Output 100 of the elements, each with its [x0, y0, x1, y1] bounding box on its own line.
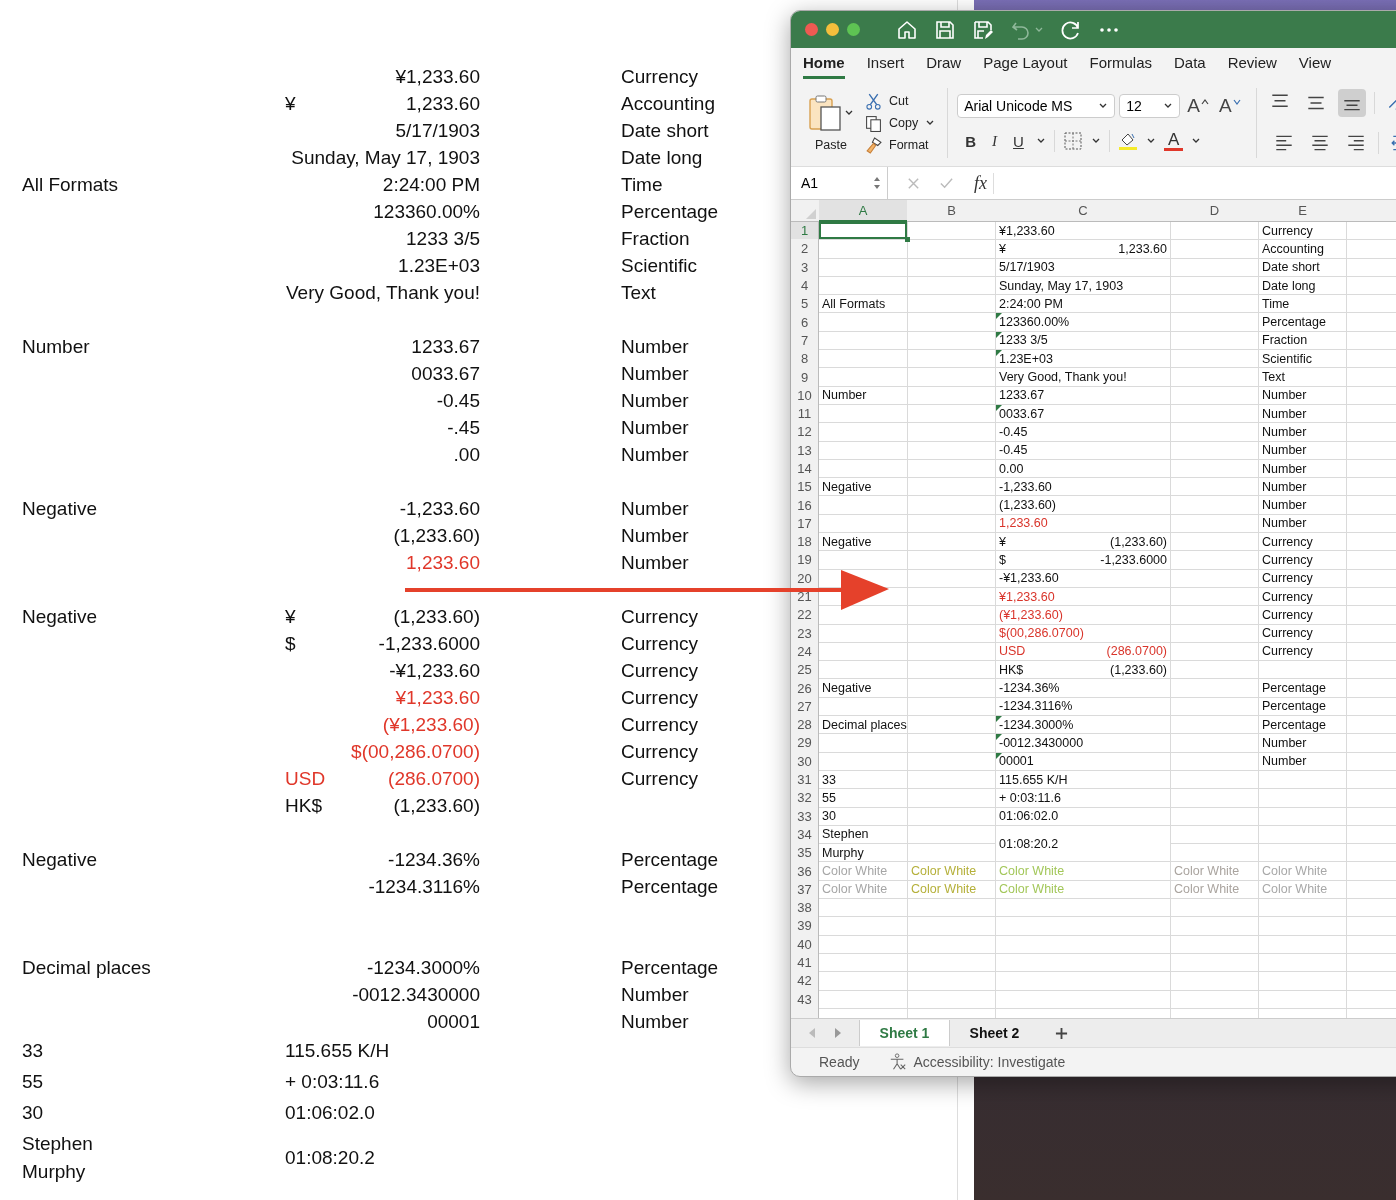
row-number[interactable]: 32 [791, 789, 818, 807]
row-number[interactable]: 15 [791, 478, 818, 496]
row-number[interactable]: 8 [791, 350, 818, 368]
row-number[interactable]: 27 [791, 697, 818, 715]
row-number[interactable]: 20 [791, 569, 818, 587]
row-number[interactable]: 11 [791, 404, 818, 423]
sheet-cell-text: 33 [821, 771, 837, 789]
format-type: Currency [621, 632, 699, 655]
row-number[interactable]: 38 [791, 899, 818, 917]
add-sheet-icon[interactable] [1055, 1026, 1068, 1040]
row-number[interactable]: 22 [791, 606, 818, 624]
italic-button[interactable]: I [988, 132, 1002, 150]
borders-icon[interactable] [1062, 131, 1083, 151]
row-number[interactable]: 23 [791, 624, 818, 642]
checkmark-icon[interactable] [939, 175, 954, 191]
format-type: Number [621, 983, 689, 1006]
ribbon-tab[interactable]: View [1298, 49, 1332, 79]
row-number[interactable]: 42 [791, 972, 818, 990]
sheet-cell-text: Stephen [821, 826, 870, 844]
row-number[interactable]: 2 [791, 240, 818, 258]
minimize-button[interactable] [826, 23, 839, 36]
row-number[interactable]: 41 [791, 953, 818, 972]
sheet-cell-text: Sunday, May 17, 1903 [998, 277, 1125, 295]
align-bottom-icon[interactable] [1337, 89, 1366, 117]
row-number[interactable]: 36 [791, 862, 818, 880]
save-edit-icon[interactable] [972, 18, 994, 41]
column-header[interactable]: D [1171, 200, 1258, 221]
sheet-tab[interactable]: Sheet 1 [859, 1020, 949, 1046]
decrease-font-button[interactable]: A [1215, 95, 1244, 117]
row-number[interactable]: 1 [791, 222, 818, 240]
row-number[interactable]: 14 [791, 459, 818, 478]
copy-button[interactable]: Copy [865, 114, 936, 132]
font-color-button[interactable]: A [1163, 131, 1184, 151]
format-type: Number [621, 551, 689, 574]
ribbon-tab[interactable]: Data [1174, 49, 1206, 79]
row-number[interactable]: 28 [791, 716, 818, 734]
row-number[interactable]: 25 [791, 661, 818, 679]
row-number[interactable]: 35 [791, 844, 818, 862]
row-number[interactable]: 9 [791, 368, 818, 386]
row-number[interactable]: 43 [791, 990, 818, 1008]
font-dropdown[interactable]: Arial Unicode MS [957, 94, 1116, 118]
row-number[interactable]: 33 [791, 807, 818, 825]
row-number[interactable]: 21 [791, 587, 818, 606]
format-type: Percentage [621, 848, 719, 871]
row-number[interactable]: 7 [791, 331, 818, 350]
row-number[interactable]: 12 [791, 423, 818, 441]
row-number[interactable]: 31 [791, 770, 818, 789]
insert-function-button[interactable]: fx [968, 172, 994, 194]
paste-button[interactable]: Paste [807, 94, 855, 152]
row-number[interactable]: 13 [791, 441, 818, 459]
formatted-value: 5/17/1903 [395, 119, 480, 142]
row-number[interactable]: 10 [791, 386, 818, 404]
cut-button[interactable]: Cut [865, 92, 936, 110]
sheet-cell: 123360.00% [996, 313, 1170, 331]
column-header[interactable]: B [908, 200, 995, 221]
sheet-cell-text: Number [1261, 442, 1308, 459]
ribbon-tab[interactable]: Review [1227, 49, 1277, 79]
row-number[interactable]: 18 [791, 533, 818, 551]
save-icon[interactable] [934, 18, 956, 41]
row-number[interactable]: 6 [791, 313, 818, 331]
ribbon-tab[interactable]: Formulas [1089, 49, 1152, 79]
row-number[interactable]: 3 [791, 258, 818, 276]
bold-button[interactable]: B [961, 132, 981, 150]
column-header[interactable]: E [1259, 200, 1346, 221]
row-number[interactable]: 19 [791, 551, 818, 569]
row-number[interactable]: 37 [791, 880, 818, 898]
ribbon-tab[interactable]: Insert [866, 49, 905, 79]
sheet-cell-text: Negative [821, 533, 873, 551]
fill-color-icon[interactable] [1117, 131, 1138, 151]
accessibility-icon[interactable] [889, 1053, 908, 1071]
row-number[interactable]: 4 [791, 276, 818, 295]
row-number[interactable]: 34 [791, 825, 818, 844]
ribbon-tab[interactable]: Home [803, 49, 845, 79]
row-number[interactable]: 5 [791, 295, 818, 313]
sheet-cell-text: Currency [1261, 570, 1314, 587]
sheet-cell-text: Currency [1261, 606, 1314, 624]
underline-button[interactable]: U [1009, 132, 1028, 150]
font-size-dropdown[interactable]: 12 [1119, 94, 1181, 118]
ribbon-tab[interactable]: Page Layout [983, 49, 1068, 79]
sheet-cell-text: Percentage [1261, 698, 1327, 715]
column-header[interactable]: A [819, 200, 907, 222]
row-number[interactable]: 39 [791, 917, 818, 935]
row-number[interactable]: 29 [791, 734, 818, 752]
row-number[interactable]: 16 [791, 496, 818, 514]
row-number[interactable]: 24 [791, 642, 818, 661]
row-number[interactable]: 40 [791, 935, 818, 953]
formatted-value: $(00,286.0700) [351, 740, 480, 763]
name-box[interactable]: A1 [791, 167, 888, 199]
row-number[interactable]: 30 [791, 752, 818, 770]
row-number[interactable]: 17 [791, 514, 818, 533]
format-type: Currency [621, 659, 699, 682]
increase-font-button[interactable]: A [1184, 95, 1212, 117]
column-header[interactable]: C [996, 200, 1170, 221]
format-type: Number [621, 1010, 689, 1033]
selected-cell[interactable] [819, 222, 907, 240]
row-number[interactable]: 26 [791, 679, 818, 697]
accessibility-button[interactable]: Accessibility: Investigate [913, 1054, 1066, 1070]
home-icon[interactable] [896, 18, 918, 41]
ribbon-tab[interactable]: Draw [926, 49, 962, 79]
format-painter-button[interactable]: Format [865, 136, 936, 154]
